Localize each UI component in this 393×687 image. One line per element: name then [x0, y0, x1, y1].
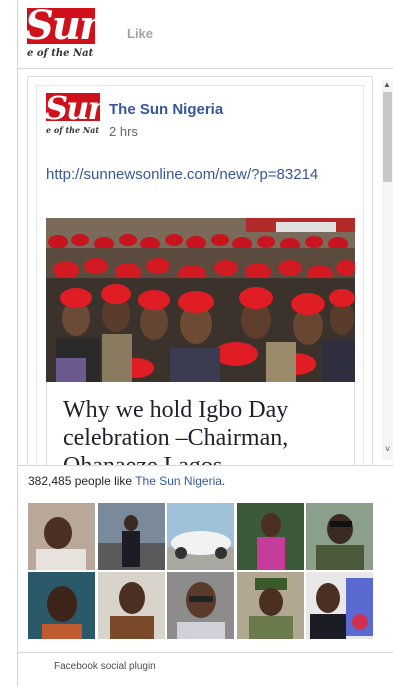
fan-photo: [237, 572, 304, 639]
page-header: Sun e of the Nat Like: [27, 8, 393, 66]
fan-avatar[interactable]: [237, 572, 304, 639]
fan-photo: [306, 503, 373, 570]
page-logo[interactable]: Sun e of the Nat: [27, 8, 95, 64]
feed-scrollbar-thumb[interactable]: [383, 92, 392, 182]
post-timestamp[interactable]: 2 hrs: [109, 124, 138, 139]
fan-photo: [28, 503, 95, 570]
scroll-up-arrow-icon[interactable]: ▲: [383, 80, 391, 90]
fans-count-text: 382,485 people like: [28, 474, 136, 488]
crowd-photo-image: [46, 218, 355, 382]
fan-avatar[interactable]: [306, 572, 373, 639]
page-feed[interactable]: Sun e of the Nat The Sun Nigeria 2 hrs h…: [27, 76, 373, 466]
fan-photo: [237, 503, 304, 570]
fan-photo: [167, 503, 234, 570]
fan-avatar[interactable]: [237, 503, 304, 570]
fans-page-link[interactable]: The Sun Nigeria: [135, 474, 222, 488]
fan-avatar[interactable]: [28, 503, 95, 570]
link-preview-headline[interactable]: Why we hold Igbo Day celebration –Chairm…: [63, 396, 343, 465]
fan-photo: [306, 572, 373, 639]
post-page-avatar[interactable]: Sun e of the Nat: [46, 93, 100, 139]
logo-motto: e of the Nat: [27, 48, 94, 59]
post-link[interactable]: http://sunnewsonline.com/new/?p=83214: [46, 164, 346, 185]
avatar-wordmark: Sun: [46, 93, 100, 127]
fan-avatar[interactable]: [306, 503, 373, 570]
footer-divider: [17, 652, 393, 653]
fan-avatar[interactable]: [167, 572, 234, 639]
fan-avatar[interactable]: [28, 572, 95, 639]
social-plugin-footer[interactable]: Facebook social plugin: [54, 661, 156, 672]
plugin-left-border: [17, 0, 18, 687]
link-preview-card[interactable]: Why we hold Igbo Day celebration –Chairm…: [46, 382, 355, 465]
like-button[interactable]: Like: [127, 26, 153, 41]
post-photo[interactable]: [46, 218, 355, 382]
logo-wordmark: Sun: [27, 8, 95, 49]
feed-post: Sun e of the Nat The Sun Nigeria 2 hrs h…: [36, 85, 364, 465]
avatar-motto: e of the Nat: [46, 125, 100, 135]
header-divider: [17, 68, 393, 69]
fan-avatar[interactable]: [98, 503, 165, 570]
post-page-name[interactable]: The Sun Nigeria: [109, 101, 223, 118]
fans-divider: [17, 465, 393, 466]
fan-avatar[interactable]: [98, 572, 165, 639]
fans-count-suffix: .: [221, 474, 226, 488]
fan-photo: [167, 572, 234, 639]
fan-photo: [28, 572, 95, 639]
fan-avatar[interactable]: [167, 503, 234, 570]
fan-photo: [98, 572, 165, 639]
fan-photo: [98, 503, 165, 570]
scroll-down-arrow-icon[interactable]: ˅: [385, 444, 390, 454]
fans-count: 382,485 people like The Sun Nigeria.: [28, 474, 225, 488]
